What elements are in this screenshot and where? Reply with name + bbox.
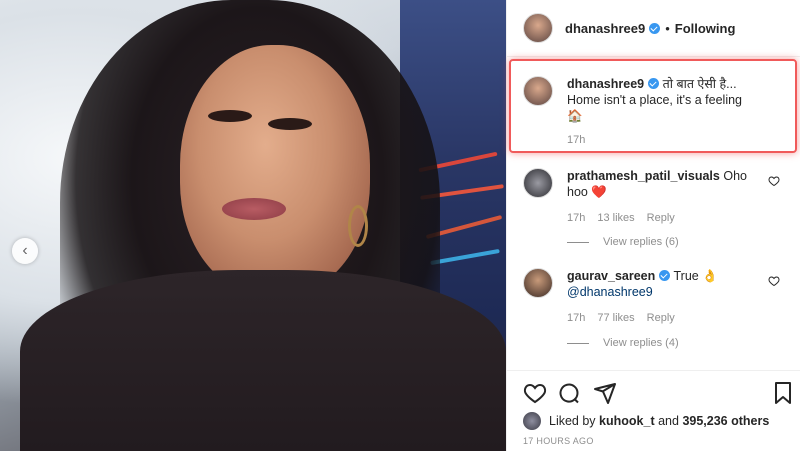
instagram-post-view: ‹ dhanashree9 • Following dhanashree9 तो… [0,0,800,451]
action-bar [507,370,800,410]
heart-icon[interactable] [768,275,780,287]
comment: gaurav_sareen True 👌 @dhanashree9 17h 77… [523,268,757,326]
likes-summary: Liked by kuhook_t and 395,236 others [523,412,769,430]
chevron-left-icon: ‹ [22,242,28,259]
ok-hand-emoji: 👌 [702,269,718,283]
verified-icon [649,22,661,34]
comment-likes[interactable]: 77 likes [597,310,634,326]
mention-link[interactable]: @dhanashree9 [567,285,653,299]
post-timestamp[interactable]: 17 HOURS AGO [523,436,594,446]
liker-avatar[interactable] [523,412,541,430]
view-replies-button[interactable]: View replies (6) [567,236,679,248]
bookmark-icon[interactable] [771,381,795,405]
caption-username[interactable]: dhanashree9 [567,77,644,91]
post-header: dhanashree9 • Following [507,0,800,57]
heart-icon[interactable] [768,175,780,187]
commenter-avatar[interactable] [523,268,553,298]
comment: prathamesh_patil_visuals Oho hoo ❤️ 17h … [523,168,757,226]
likes-count[interactable]: 395,236 others [682,414,769,428]
comment-likes[interactable]: 13 likes [597,210,634,226]
comment-text: True [673,269,699,283]
verified-icon [659,270,671,281]
previous-photo-button[interactable]: ‹ [12,238,38,264]
caption-time[interactable]: 17h [567,132,585,148]
comment-time[interactable]: 17h [567,310,585,326]
verified-icon [648,78,660,89]
following-button[interactable]: Following [675,21,736,36]
author-avatar[interactable] [523,13,553,43]
commenter-username[interactable]: gaurav_sareen [567,269,655,283]
separator-dot: • [665,20,670,36]
heart-icon[interactable] [523,381,547,405]
clothing [20,270,506,451]
caption-line-1: तो बात ऐसी है... [662,77,737,91]
face [180,45,370,295]
reply-button[interactable]: Reply [647,210,675,226]
caption-avatar[interactable] [523,76,553,106]
caption-line-2: Home isn't a place, it's a feeling [567,93,742,107]
liker-username[interactable]: kuhook_t [599,414,655,428]
comment-time[interactable]: 17h [567,210,585,226]
share-icon[interactable] [593,381,617,405]
heart-emoji: ❤️ [591,185,607,199]
comment-icon[interactable] [557,381,581,405]
commenter-username[interactable]: prathamesh_patil_visuals [567,169,720,183]
view-replies-button[interactable]: View replies (4) [567,337,679,349]
author-username[interactable]: dhanashree9 [565,21,645,36]
post-side-panel: dhanashree9 • Following dhanashree9 तो ब… [506,0,800,451]
house-emoji: 🏠 [567,109,583,123]
caption: dhanashree9 तो बात ऐसी है... Home isn't … [523,76,777,148]
post-photo: ‹ [0,0,506,451]
commenter-avatar[interactable] [523,168,553,198]
reply-button[interactable]: Reply [647,310,675,326]
earring [348,205,368,247]
